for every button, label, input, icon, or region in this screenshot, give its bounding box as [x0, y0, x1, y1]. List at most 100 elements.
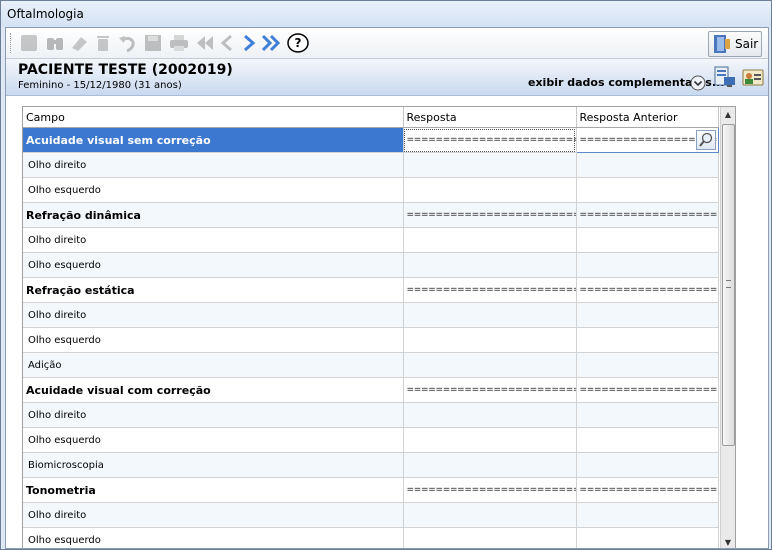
help-button[interactable]: ? [286, 32, 309, 54]
erase-button[interactable] [68, 32, 90, 54]
cell-resposta[interactable]: ================================ [403, 277, 577, 303]
cell-resposta-anterior[interactable] [576, 427, 719, 453]
cell-campo[interactable]: Olho direito [23, 302, 404, 328]
last-record-button[interactable] [260, 32, 282, 54]
cell-resposta-anterior[interactable] [576, 252, 719, 278]
computer-data-icon[interactable] [713, 65, 737, 89]
user-card-icon[interactable] [742, 67, 764, 87]
cell-resposta[interactable]: ================================ [403, 127, 577, 153]
search-button[interactable] [44, 32, 66, 54]
cell-campo[interactable]: Tonometria [23, 477, 404, 503]
cell-resposta[interactable] [403, 302, 577, 328]
table-row[interactable]: Olho esquerdo [23, 527, 719, 548]
cell-campo-text: Olho direito [28, 159, 87, 171]
first-record-button[interactable] [194, 32, 216, 54]
cell-resposta-anterior[interactable]: ================================ [576, 277, 719, 303]
next-record-button[interactable] [238, 32, 260, 54]
table-row[interactable]: Biomicroscopia [23, 452, 719, 478]
table-row[interactable]: Adição [23, 352, 719, 378]
column-header-resposta-anterior[interactable]: Resposta Anterior [576, 107, 719, 128]
cell-resposta-anterior[interactable] [576, 402, 719, 428]
exit-door-icon [714, 35, 730, 53]
cell-campo[interactable]: Olho esquerdo [23, 527, 404, 548]
table-row[interactable]: Olho esquerdo [23, 177, 719, 203]
table-row[interactable]: Olho direito [23, 302, 719, 328]
table-row[interactable]: Tonometria ======================== ======… [23, 477, 719, 503]
cell-resposta-anterior[interactable]: ================================ [576, 202, 719, 228]
delete-button[interactable] [92, 32, 114, 54]
exit-button[interactable]: Sair [708, 31, 762, 57]
title-bar[interactable]: Oftalmologia [1, 1, 771, 27]
table-row[interactable]: Olho esquerdo [23, 327, 719, 353]
scrollbar-thumb[interactable] [722, 124, 735, 446]
cell-resposta[interactable]: ================================ [403, 377, 577, 403]
table-row[interactable]: Olho direito [23, 402, 719, 428]
cell-resposta[interactable] [403, 152, 577, 178]
cell-resposta-anterior[interactable] [576, 527, 719, 548]
undo-button[interactable] [116, 32, 138, 54]
cell-resposta-anterior[interactable] [576, 327, 719, 353]
lookup-button[interactable] [695, 130, 716, 150]
cell-resposta-anterior[interactable] [576, 177, 719, 203]
cell-resposta[interactable] [403, 527, 577, 548]
cell-campo[interactable]: Olho direito [23, 227, 404, 253]
cell-campo[interactable]: Refração estática [23, 277, 404, 303]
cell-campo[interactable]: Biomicroscopia [23, 452, 404, 478]
cell-campo[interactable]: Olho esquerdo [23, 177, 404, 203]
previous-record-button[interactable] [216, 32, 238, 54]
cell-campo[interactable]: Refração dinâmica [23, 202, 404, 228]
table-row[interactable]: Olho direito [23, 227, 719, 253]
table-row[interactable]: Olho direito [23, 152, 719, 178]
column-header-resposta[interactable]: Resposta [403, 107, 577, 128]
cell-resposta-anterior[interactable] [576, 227, 719, 253]
column-header-campo[interactable]: Campo [23, 107, 404, 128]
cell-resposta-anterior-text: ================================ [579, 285, 718, 295]
cell-resposta[interactable] [403, 502, 577, 528]
cell-resposta-anterior[interactable] [576, 452, 719, 478]
cell-resposta[interactable] [403, 402, 577, 428]
new-record-button[interactable] [18, 32, 40, 54]
vertical-scrollbar[interactable]: ▲ ▼ [720, 107, 735, 548]
cell-campo[interactable]: Acuidade visual com correção [23, 377, 404, 403]
cell-campo[interactable]: Acuidade visual sem correção [23, 127, 404, 153]
cell-campo[interactable]: Olho direito [23, 502, 404, 528]
cell-campo[interactable]: Olho esquerdo [23, 427, 404, 453]
cell-resposta[interactable] [403, 227, 577, 253]
scroll-down-arrow-icon[interactable]: ▼ [721, 535, 735, 548]
table-row[interactable]: Olho direito [23, 502, 719, 528]
table-row[interactable]: Olho esquerdo [23, 252, 719, 278]
cell-campo[interactable]: Olho direito [23, 402, 404, 428]
toolbar-grip[interactable] [10, 33, 14, 53]
cell-resposta[interactable] [403, 177, 577, 203]
cell-resposta-anterior[interactable] [576, 302, 719, 328]
help-glyph: ? [295, 36, 302, 50]
save-button[interactable] [142, 32, 164, 54]
cell-resposta-anterior[interactable] [576, 352, 719, 378]
cell-campo[interactable]: Olho esquerdo [23, 252, 404, 278]
cell-resposta-text: ================================ [406, 135, 576, 145]
cell-campo[interactable]: Olho direito [23, 152, 404, 178]
cell-campo[interactable]: Adição [23, 352, 404, 378]
table-row[interactable]: Acuidade visual com correção ============… [23, 377, 719, 403]
cell-resposta-anterior[interactable] [576, 152, 719, 178]
cell-resposta-anterior[interactable]: ================================ [576, 477, 719, 503]
cell-campo[interactable]: Olho esquerdo [23, 327, 404, 353]
expand-circle-icon[interactable] [690, 75, 706, 91]
cell-resposta[interactable]: ================================ [403, 477, 577, 503]
cell-resposta[interactable] [403, 352, 577, 378]
cell-campo-text: Olho esquerdo [28, 334, 101, 346]
table-row[interactable]: Refração estática =======================… [23, 277, 719, 303]
table-row[interactable]: Refração dinâmica =======================… [23, 202, 719, 228]
cell-resposta[interactable]: ================================ [403, 202, 577, 228]
table-row[interactable]: Acuidade visual sem correção ============… [23, 127, 719, 153]
print-button[interactable] [168, 32, 190, 54]
cell-resposta-anterior[interactable]: ======================== [575, 127, 719, 153]
table-row[interactable]: Olho esquerdo [23, 427, 719, 453]
cell-resposta-anterior[interactable] [576, 502, 719, 528]
cell-resposta[interactable] [403, 452, 577, 478]
cell-resposta-anterior[interactable]: ================================ [576, 377, 719, 403]
cell-resposta[interactable] [403, 252, 577, 278]
cell-resposta[interactable] [403, 327, 577, 353]
cell-resposta[interactable] [403, 427, 577, 453]
scroll-up-arrow-icon[interactable]: ▲ [721, 107, 735, 123]
